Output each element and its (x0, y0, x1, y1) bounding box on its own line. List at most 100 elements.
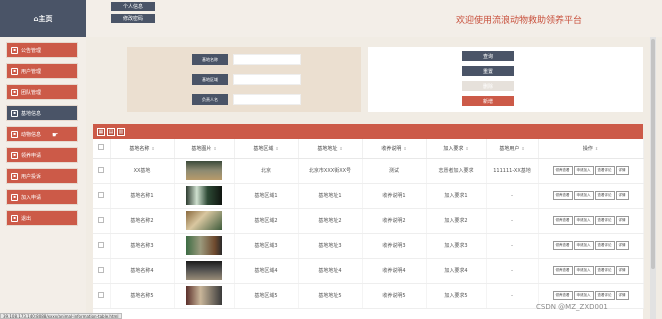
base-user-cell-text: - (511, 192, 513, 199)
row-checkbox[interactable] (98, 191, 105, 198)
base-area-cell-text: 基地区域2 (254, 218, 278, 224)
table-header-row: 基地名称 ⇕ 基地图片 ⇕ 基地区域 ⇕ 基地地址 ⇕ 收养说明 ⇕ 加入要求 ⇕ 基地用户… (93, 139, 644, 159)
query-button[interactable]: 查询 (462, 51, 514, 61)
sidebar-item-users[interactable]: ▪ 用户管理 (6, 63, 78, 79)
adoption-view-button[interactable]: 领养查看 (552, 191, 573, 200)
sidebar-item-logout[interactable]: ▪ 退出 (6, 210, 78, 226)
adoption-view-button[interactable]: 领养查看 (552, 241, 573, 250)
sort-icon[interactable]: ⇕ (403, 146, 406, 151)
apply-join-button[interactable]: 申请加入 (573, 166, 594, 175)
page-scrollbar[interactable] (650, 37, 656, 319)
select-all-checkbox[interactable] (93, 139, 111, 159)
base-area-input[interactable] (233, 74, 301, 85)
select-cell[interactable] (93, 158, 111, 184)
sidebar-item-announcements[interactable]: ▪ 公告管理 (6, 42, 78, 58)
column-header[interactable]: 操作 ⇕ (538, 139, 644, 159)
join-requirement-cell-text: 志愿者加入要求 (438, 168, 474, 174)
sidebar-item-base-info[interactable]: ▪ 基地信息 (6, 105, 78, 121)
sort-icon[interactable]: ⇕ (595, 146, 598, 151)
view-comments-button[interactable]: 查看评论 (594, 291, 615, 300)
sidebar-item-adoption[interactable]: ▪ 领养申请 (6, 147, 78, 163)
view-comments-button[interactable]: 查看评论 (594, 241, 615, 250)
apply-join-button[interactable]: 申请加入 (573, 191, 594, 200)
grid-icon[interactable]: ▦ (97, 127, 105, 136)
home-link[interactable]: ⌂主页 (0, 0, 86, 37)
select-cell[interactable] (93, 183, 111, 209)
sidebar-item-label: 退出 (21, 215, 32, 222)
leader-name-label: 负责人名 (192, 94, 228, 105)
adoption-view-button[interactable]: 领养查看 (552, 166, 573, 175)
base-image-cell (174, 158, 235, 184)
view-comments-button[interactable]: 查看评论 (594, 166, 615, 175)
change-password-button[interactable]: 修改密码 (111, 14, 155, 23)
base-icon: ▪ (11, 109, 18, 117)
sort-icon[interactable]: ⇕ (213, 146, 216, 151)
row-checkbox[interactable] (98, 216, 105, 223)
adoption-view-button[interactable]: 领养查看 (552, 266, 573, 275)
adoption-view-button[interactable]: 领养查看 (552, 291, 573, 300)
adoption-view-button[interactable]: 领养查看 (552, 216, 573, 225)
base-thumbnail (186, 211, 222, 230)
join-requirement-cell: 加入要求3 (426, 233, 487, 259)
view-comments-button[interactable]: 查看评论 (594, 266, 615, 275)
checkbox[interactable] (98, 144, 105, 151)
leader-name-input[interactable] (233, 94, 301, 105)
details-button[interactable]: 详情 (615, 191, 629, 200)
sidebar-item-animal-info[interactable]: ▪ 动物信息 (6, 126, 78, 142)
sort-icon[interactable]: ⇕ (339, 146, 342, 151)
status-bar-url: 39.108.173.140:8088/xxxx/animal-informat… (0, 313, 122, 319)
view-comments-button[interactable]: 查看评论 (594, 216, 615, 225)
base-address-cell-text: 基地地址5 (318, 293, 342, 299)
apply-join-button[interactable]: 申请加入 (573, 266, 594, 275)
base-name-cell: 基地名称2 (110, 208, 175, 234)
join-icon: ▪ (11, 193, 18, 201)
base-name-input[interactable] (233, 54, 301, 65)
table-row: 基地名称3 基地区域3 基地地址3 收养说明3 加入要求3 - 领养查看 申请加入 查看评论 详情 (93, 233, 644, 259)
details-button[interactable]: 详情 (615, 166, 629, 175)
select-cell[interactable] (93, 208, 111, 234)
row-checkbox[interactable] (98, 266, 105, 273)
reset-button[interactable]: 重置 (462, 66, 514, 76)
join-requirement-cell-text: 加入要求5 (444, 293, 468, 299)
view-comments-button[interactable]: 查看评论 (594, 191, 615, 200)
print-icon[interactable]: ▥ (117, 127, 125, 136)
apply-join-button[interactable]: 申请加入 (573, 291, 594, 300)
row-checkbox[interactable] (98, 291, 105, 298)
base-address-cell: 基地地址1 (298, 183, 363, 209)
select-cell[interactable] (93, 258, 111, 284)
apply-join-button[interactable]: 申请加入 (573, 241, 594, 250)
data-table-card: ▦ ▤ ▥ 基地名称 ⇕ 基地图片 ⇕ 基地区域 ⇕ 基地地址 ⇕ 收养说明 ⇕ 加入要求… (93, 124, 644, 319)
select-cell[interactable] (93, 283, 111, 309)
column-header[interactable]: 基地名称 ⇕ (110, 139, 175, 159)
apply-join-button[interactable]: 申请加入 (573, 216, 594, 225)
sidebar-item-teams[interactable]: ▪ 团队管理 (6, 84, 78, 100)
row-checkbox[interactable] (98, 166, 105, 173)
personal-info-button[interactable]: 个人信息 (111, 2, 155, 11)
column-header[interactable]: 基地地址 ⇕ (298, 139, 363, 159)
base-name-cell: XX基地 (110, 158, 175, 184)
details-button[interactable]: 详情 (615, 266, 629, 275)
sidebar-item-join-requests[interactable]: ▪ 加入申请 (6, 189, 78, 205)
delete-button[interactable]: 删除 (462, 81, 514, 91)
export-icon[interactable]: ▤ (107, 127, 115, 136)
details-button[interactable]: 详情 (615, 241, 629, 250)
select-cell[interactable] (93, 233, 111, 259)
sort-icon[interactable]: ⇕ (275, 146, 278, 151)
column-header[interactable]: 收养说明 ⇕ (362, 139, 427, 159)
details-button[interactable]: 详情 (615, 216, 629, 225)
sort-icon[interactable]: ⇕ (465, 146, 468, 151)
adoption-note-cell: 收养说明1 (362, 183, 427, 209)
sort-icon[interactable]: ⇕ (521, 146, 524, 151)
column-header[interactable]: 基地用户 ⇕ (486, 139, 539, 159)
add-button[interactable]: 新增 (462, 96, 514, 106)
operation-buttons: 领养查看 申请加入 查看评论 详情 (539, 241, 643, 250)
sort-icon[interactable]: ⇕ (151, 146, 154, 151)
column-header[interactable]: 基地区域 ⇕ (234, 139, 299, 159)
base-area-cell-text: 基地区域3 (254, 243, 278, 249)
row-checkbox[interactable] (98, 241, 105, 248)
details-button[interactable]: 详情 (615, 291, 629, 300)
column-header[interactable]: 基地图片 ⇕ (174, 139, 235, 159)
scrollbar-thumb[interactable] (651, 39, 655, 269)
sidebar-item-complaints[interactable]: ▪ 用户投诉 (6, 168, 78, 184)
column-header[interactable]: 加入要求 ⇕ (426, 139, 487, 159)
